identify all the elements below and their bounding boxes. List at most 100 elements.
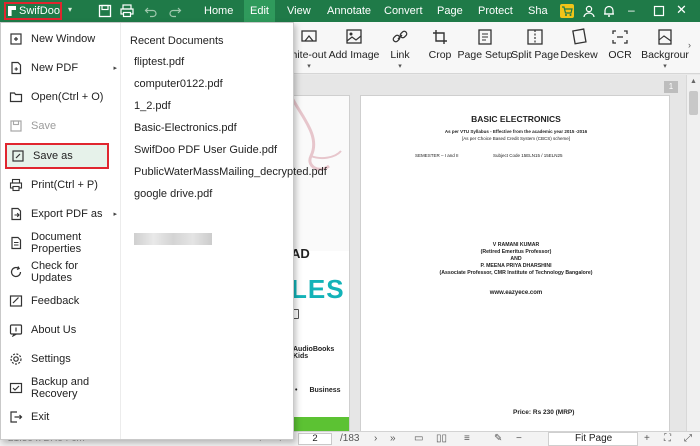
menu-item-settings[interactable]: Settings [5, 346, 121, 372]
continuous-view-icon[interactable]: ≡ [464, 433, 470, 444]
menu-label-about-us: About Us [31, 324, 77, 336]
close-icon[interactable]: ✕ [676, 3, 690, 18]
tab-share[interactable]: Sha [522, 0, 554, 22]
zoom-select[interactable]: Fit Page [548, 432, 638, 446]
menu-item-check-updates[interactable]: Check for Updates [5, 259, 121, 285]
app-brand: SwifDoo [19, 5, 60, 17]
menu-item-open[interactable]: Open(Ctrl + O) [5, 84, 121, 110]
notification-bell-icon[interactable] [602, 4, 616, 18]
menu-label-check-updates: Check for Updates [31, 260, 79, 284]
cbcs-line: [As per Choice Based Credit System (CBCS… [461, 136, 571, 141]
subject-code-line: Subject Code 15ELN15 / 15ELN25 [493, 153, 563, 158]
fit-screen-icon[interactable]: ⛶ [664, 433, 671, 444]
menu-label-document-properties: Document Properties [31, 231, 82, 255]
scrollbar-thumb[interactable] [689, 91, 698, 115]
syllabus-line: As per VTU Syllabus - Effective from the… [444, 129, 588, 134]
menu-label-save-as: Save as [33, 150, 73, 162]
menu-item-feedback[interactable]: Feedback [5, 288, 121, 314]
recent-doc-item[interactable]: PublicWaterMassMailing_decrypted.pdf [134, 166, 327, 178]
tab-convert[interactable]: Convert [378, 0, 429, 22]
zoom-in-icon[interactable]: + [644, 433, 650, 444]
settings-icon [9, 352, 23, 366]
zoom-out-icon[interactable]: − [516, 433, 522, 444]
tab-view[interactable]: View [281, 0, 317, 22]
app-menu-button[interactable]: SwifDoo [4, 2, 62, 20]
menu-label-new-window: New Window [31, 33, 96, 45]
menu-item-exit[interactable]: Exit [5, 404, 121, 430]
price-line: Price: Rs 230 (MRP) [513, 409, 575, 416]
ocr-icon [610, 28, 630, 46]
recent-doc-item[interactable]: SwifDoo PDF User Guide.pdf [134, 144, 277, 156]
app-menu-caret-icon[interactable]: ▾ [68, 5, 72, 14]
save-icon[interactable] [98, 4, 112, 18]
menu-item-document-properties[interactable]: Document Properties [5, 230, 121, 256]
book-title: BASIC ELECTRONICS [471, 114, 561, 124]
scroll-up-icon[interactable]: ▲ [690, 78, 697, 85]
menu-item-about-us[interactable]: About Us [5, 317, 121, 343]
link-icon [390, 28, 410, 46]
recent-doc-item-blurred[interactable] [134, 233, 212, 245]
menu-item-new-window[interactable]: New Window [5, 26, 121, 52]
recent-doc-item[interactable]: Basic-Electronics.pdf [134, 122, 237, 134]
last-page-icon[interactable]: » [390, 433, 396, 444]
and-text: AND [510, 256, 522, 262]
user-icon[interactable] [582, 4, 596, 18]
tab-protect[interactable]: Protect [472, 0, 519, 22]
save-as-icon [11, 149, 25, 163]
print-icon[interactable] [120, 4, 134, 18]
menu-label-exit: Exit [31, 411, 50, 423]
new-window-icon [9, 32, 23, 46]
update-icon [9, 265, 23, 279]
menu-label-export: Export PDF as [31, 208, 103, 220]
tab-page[interactable]: Page [431, 0, 469, 22]
deskew-icon [569, 28, 589, 46]
tab-home[interactable]: Home [198, 0, 239, 22]
feedback-icon [9, 294, 23, 308]
cart-icon[interactable] [560, 4, 574, 18]
top-bar: SwifDoo ▾ Home Edit View Annotate Conver… [0, 0, 700, 22]
menu-item-export[interactable]: Export PDF as ▸ [5, 201, 121, 227]
white-out-label: hite-out [291, 49, 327, 61]
tab-annotate[interactable]: Annotate [321, 0, 377, 22]
file-menu: New Window New PDF ▸ Open(Ctrl + O) Save… [0, 22, 327, 440]
ribbon-scroll-right-icon[interactable]: › [688, 40, 691, 50]
next-page-icon[interactable]: › [374, 433, 377, 444]
vertical-scrollbar[interactable]: ▲ [686, 75, 700, 431]
double-page-view-icon[interactable]: ▯▯ [436, 433, 447, 444]
background-button[interactable]: Backgrour ▾ [636, 26, 694, 70]
current-page-input[interactable]: 2 [298, 433, 332, 445]
menu-item-print[interactable]: Print(Ctrl + P) [5, 172, 121, 198]
right-page: BASIC ELECTRONICS As per VTU Syllabus - … [360, 95, 670, 435]
page-number-badge: 1 [664, 81, 678, 93]
print-icon [9, 178, 23, 192]
single-page-view-icon[interactable]: ▭ [414, 433, 423, 444]
menu-label-backup-recovery: Backup and Recovery [31, 376, 90, 400]
properties-icon [9, 236, 23, 250]
recent-documents-title: Recent Documents [130, 35, 224, 47]
menu-item-new-pdf[interactable]: New PDF ▸ [5, 55, 121, 81]
page-setup-label: Page Setup [457, 49, 513, 61]
recent-doc-item[interactable]: fliptest.pdf [134, 56, 184, 68]
page-setup-icon [475, 28, 495, 46]
swifdoo-logo-icon [8, 6, 17, 16]
menu-item-backup-recovery[interactable]: Backup and Recovery [5, 375, 121, 401]
left-page-title: LES [291, 274, 345, 304]
menu-item-save-as[interactable]: Save as [5, 143, 109, 169]
redo-icon[interactable] [168, 4, 182, 18]
recent-doc-item[interactable]: google drive.pdf [134, 188, 212, 200]
maximize-icon[interactable] [652, 4, 666, 18]
submenu-arrow-icon: ▸ [113, 65, 117, 72]
undo-icon[interactable] [144, 4, 158, 18]
edit-view-icon[interactable]: ✎ [494, 433, 502, 444]
menu-label-settings: Settings [31, 353, 71, 365]
fullscreen-icon[interactable]: ⤢ [684, 433, 692, 444]
recent-doc-item[interactable]: computer0122.pdf [134, 78, 223, 90]
new-pdf-icon [9, 61, 23, 75]
menu-item-save[interactable]: Save [5, 113, 121, 139]
minimize-icon[interactable]: – [628, 4, 642, 18]
recent-doc-item[interactable]: 1_2.pdf [134, 100, 171, 112]
ocr-label: OCR [608, 49, 632, 61]
link-caret-icon[interactable]: ▾ [371, 62, 429, 70]
background-caret-icon[interactable]: ▾ [636, 62, 694, 70]
tab-edit[interactable]: Edit [244, 0, 275, 22]
